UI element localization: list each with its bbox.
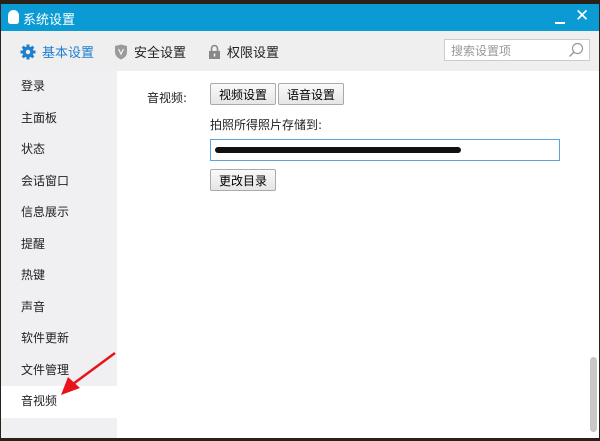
sidebar-item-file-management[interactable]: 文件管理 xyxy=(1,355,117,387)
sidebar-item-login[interactable]: 登录 xyxy=(1,71,117,103)
sidebar-item-main-panel[interactable]: 主面板 xyxy=(1,103,117,135)
qq-logo-icon xyxy=(8,10,19,24)
sidebar-item-info-display[interactable]: 信息展示 xyxy=(1,197,117,229)
tab-basic-settings[interactable]: 基本设置 xyxy=(20,42,94,61)
scrollbar-thumb[interactable] xyxy=(590,357,597,432)
change-directory-button[interactable]: 更改目录 xyxy=(210,169,277,191)
lock-icon xyxy=(209,44,220,59)
shield-icon xyxy=(115,44,127,59)
gear-icon xyxy=(20,44,36,59)
search-input[interactable] xyxy=(449,41,571,61)
sidebar-item-sound[interactable]: 声音 xyxy=(1,292,117,324)
photo-path-label: 拍照所得照片存储到: xyxy=(210,118,323,132)
section-label: 音视频: xyxy=(147,91,188,105)
toolbar: 基本设置 安全设置 权限设置 xyxy=(1,31,599,71)
content-panel: 音视频: 视频设置 语音设置 拍照所得照片存储到: 更改目录 xyxy=(117,71,587,438)
sidebar-item-status[interactable]: 状态 xyxy=(1,134,117,166)
sidebar-item-audio-video[interactable]: 音视频 xyxy=(1,386,117,418)
scrollbar[interactable] xyxy=(587,71,599,438)
tab-permission-settings[interactable]: 权限设置 xyxy=(208,42,279,61)
sidebar: 登录 主面板 状态 会话窗口 信息展示 提醒 热键 声音 软件更新 文件管理 音… xyxy=(1,71,117,438)
sidebar-item-chat-window[interactable]: 会话窗口 xyxy=(1,166,117,198)
photo-path-input[interactable] xyxy=(210,139,560,161)
sidebar-item-hotkeys[interactable]: 热键 xyxy=(1,260,117,292)
window-title: 系统设置 xyxy=(23,13,76,28)
tab-label: 权限设置 xyxy=(227,46,280,61)
search-box xyxy=(444,39,590,61)
title-bar: 系统设置 ✕ xyxy=(1,4,599,31)
search-icon[interactable] xyxy=(568,42,584,58)
tab-label: 安全设置 xyxy=(134,46,187,61)
redacted-path xyxy=(215,147,461,153)
sidebar-item-software-update[interactable]: 软件更新 xyxy=(1,323,117,355)
tab-security-settings[interactable]: 安全设置 xyxy=(114,42,186,61)
voice-settings-button[interactable]: 语音设置 xyxy=(278,83,345,105)
close-icon[interactable]: ✕ xyxy=(575,6,589,26)
video-settings-button[interactable]: 视频设置 xyxy=(210,83,277,105)
settings-window: 系统设置 ✕ 基本设置 安全设置 权限设置 登录 主面板 状态 会话窗口 信息展… xyxy=(1,4,599,438)
tab-label: 基本设置 xyxy=(42,46,95,61)
sidebar-item-reminder[interactable]: 提醒 xyxy=(1,229,117,261)
minimize-icon[interactable] xyxy=(553,10,567,24)
